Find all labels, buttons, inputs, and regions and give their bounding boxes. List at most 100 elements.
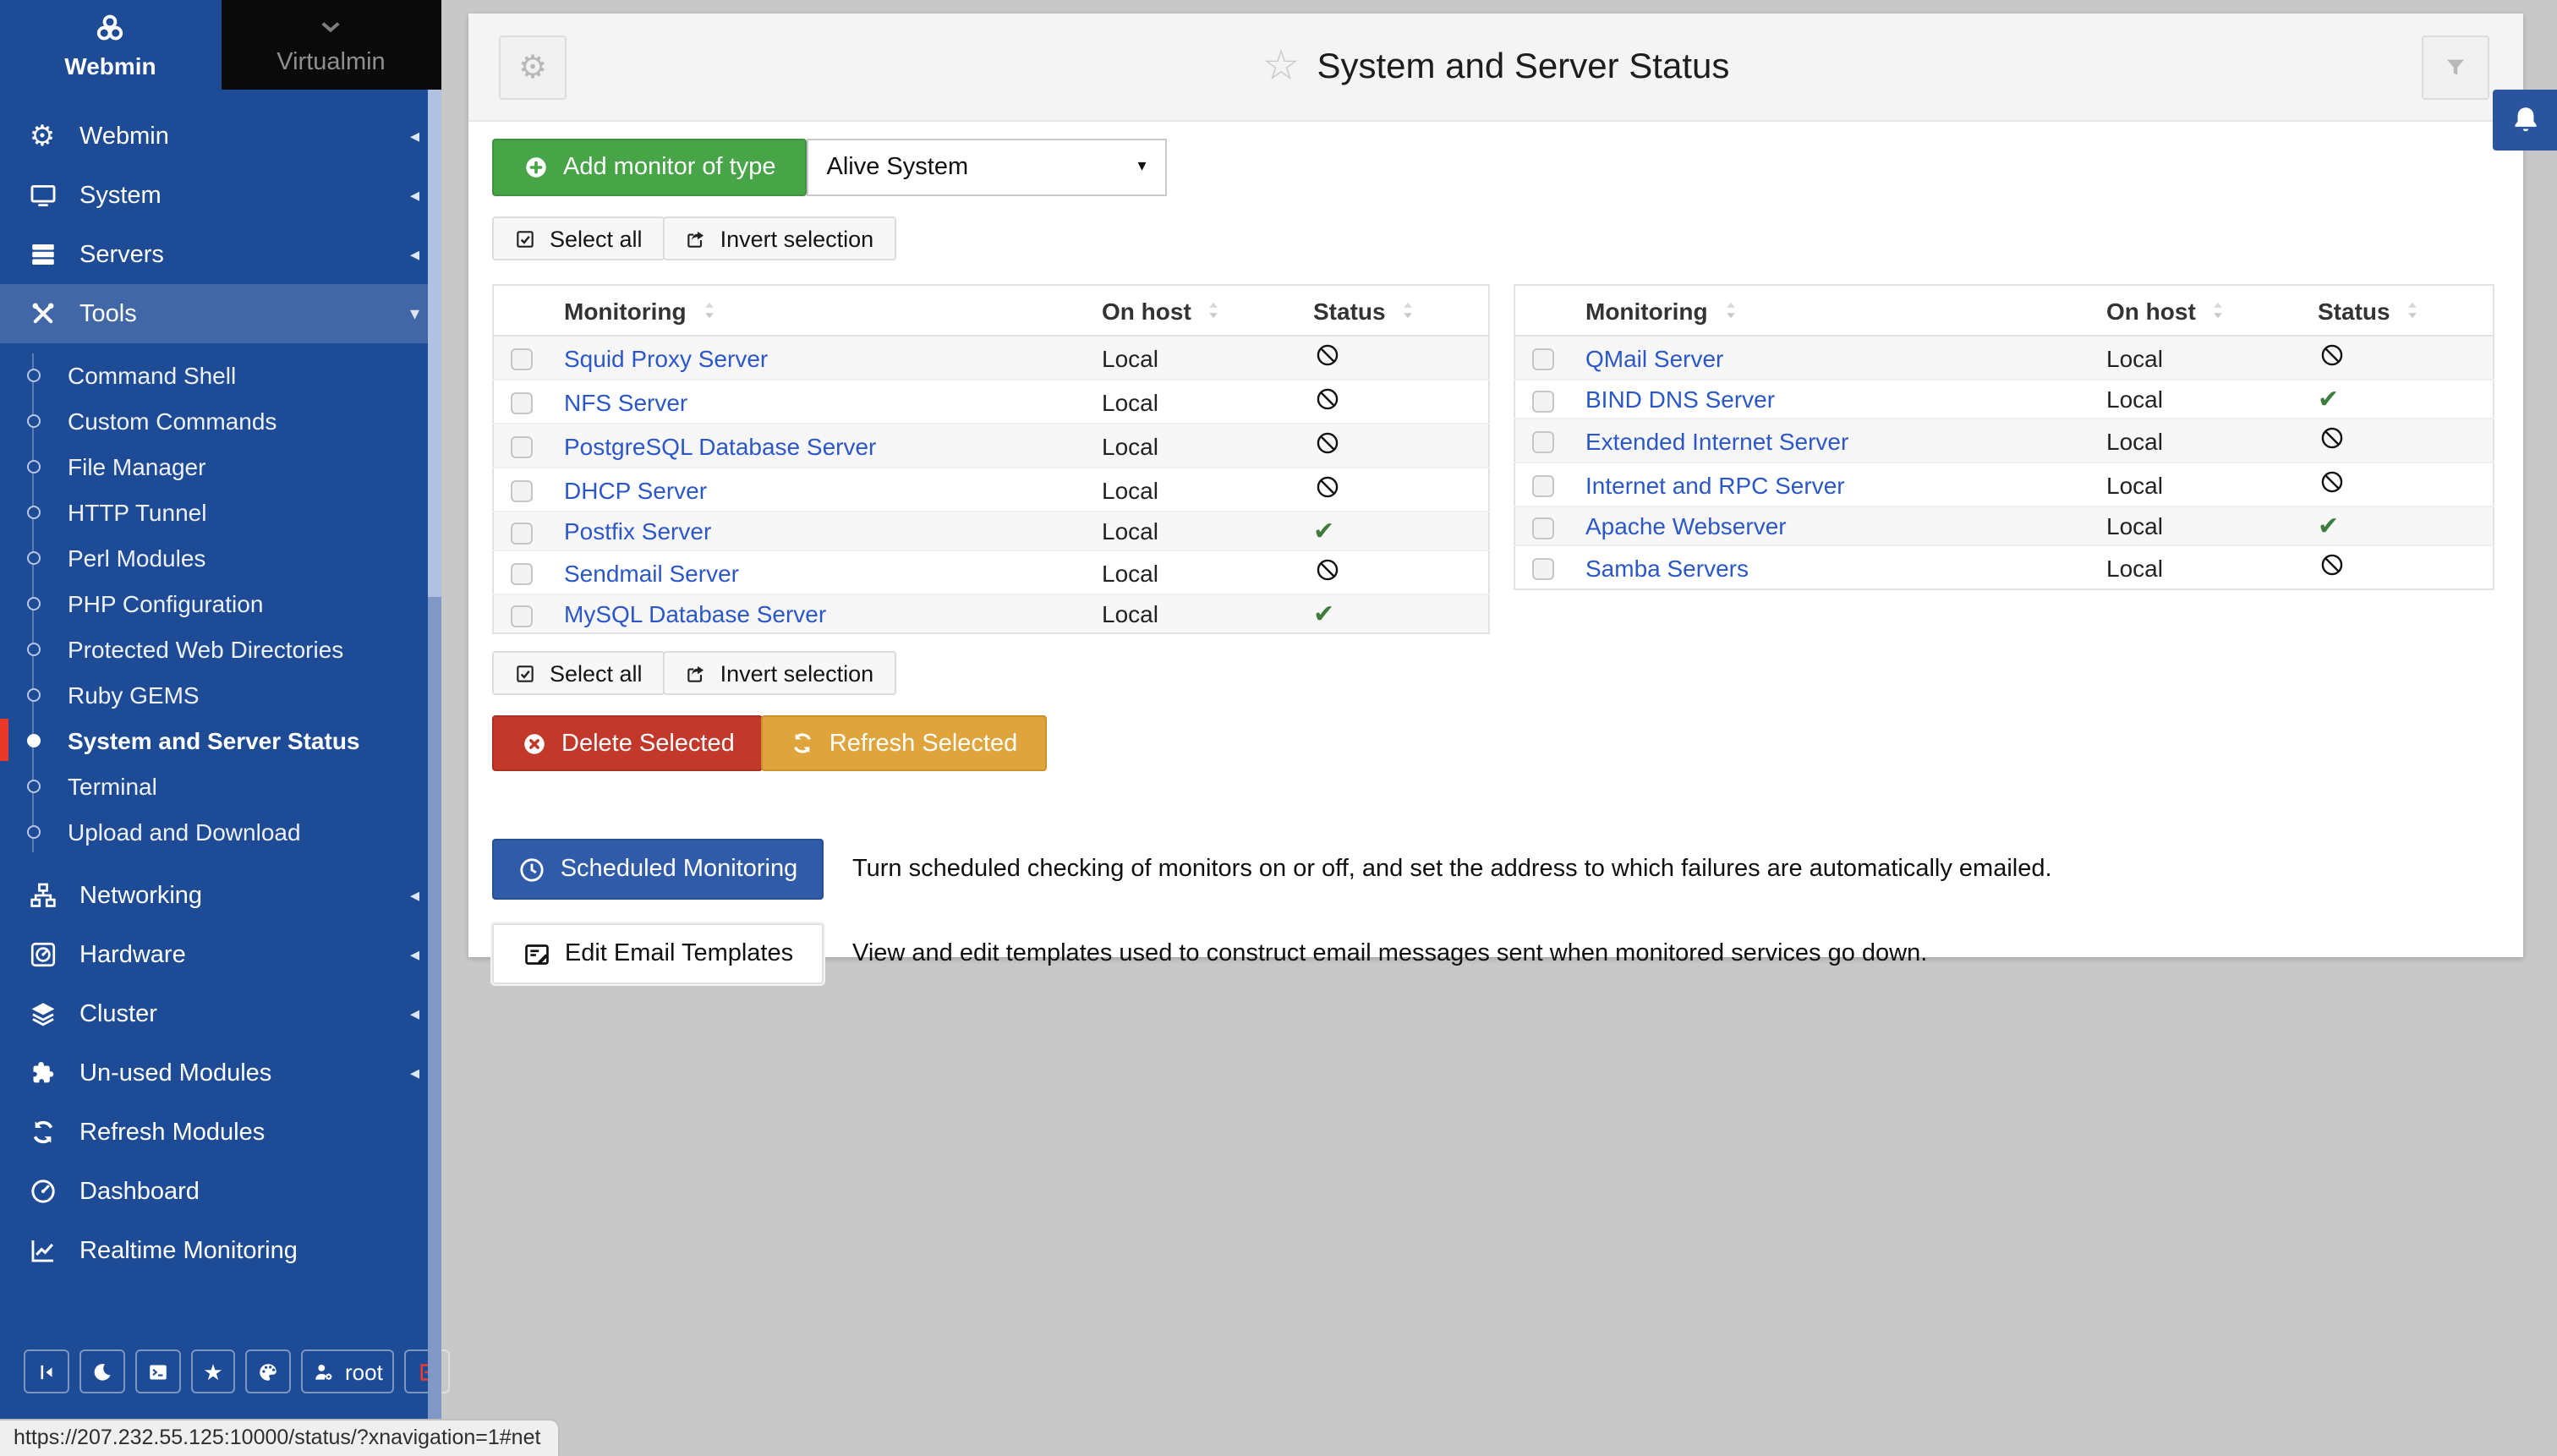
sidebar-item-networking[interactable]: Networking◂ xyxy=(0,866,441,925)
sync-icon xyxy=(28,1118,57,1147)
monitor-link[interactable]: MySQL Database Server xyxy=(564,600,826,627)
monitor-link[interactable]: Extended Internet Server xyxy=(1585,427,1848,454)
user-button[interactable]: root xyxy=(301,1349,395,1393)
monitor-table-left: MonitoringOn hostStatus Squid Proxy Serve… xyxy=(492,284,1490,634)
delete-selected-button[interactable]: Delete Selected xyxy=(492,715,764,771)
layers-icon xyxy=(28,999,57,1028)
row-checkbox[interactable] xyxy=(1533,517,1555,539)
row-checkbox[interactable] xyxy=(512,523,534,545)
sidebar-item-refresh-modules[interactable]: Refresh Modules xyxy=(0,1103,441,1162)
sidebar-item-terminal[interactable]: Terminal xyxy=(0,763,441,808)
content-panel: ⚙ ☆ System and Server Status Add monitor… xyxy=(468,14,2523,957)
invert-selection-button-bottom[interactable]: Invert selection xyxy=(663,651,896,695)
theme-button[interactable] xyxy=(245,1349,291,1393)
caret-down-icon: ▾ xyxy=(1137,159,1146,176)
sidebar-item-realtime-monitoring[interactable]: Realtime Monitoring xyxy=(0,1221,441,1280)
select-all-button-bottom[interactable]: Select all xyxy=(492,651,665,695)
sidebar-item-label: Custom Commands xyxy=(68,407,277,434)
favorite-star-button[interactable]: ☆ xyxy=(1262,46,1300,88)
col-header-monitoring-left[interactable]: Monitoring xyxy=(550,285,1088,336)
filter-button[interactable] xyxy=(2422,36,2489,100)
monitor-link[interactable]: DHCP Server xyxy=(564,476,707,503)
monitor-type-select[interactable]: Alive System ▾ xyxy=(807,139,1167,196)
sidebar-item-protected-web-directories[interactable]: Protected Web Directories xyxy=(0,626,441,671)
row-checkbox[interactable] xyxy=(512,564,534,586)
hdd-icon xyxy=(28,940,57,969)
tab-virtualmin[interactable]: Virtualmin xyxy=(221,0,441,90)
add-monitor-button[interactable]: Add monitor of type xyxy=(492,139,807,196)
user-gear-icon xyxy=(313,1360,335,1382)
sidebar-item-tools[interactable]: Tools▾ xyxy=(0,284,441,343)
row-checkbox[interactable] xyxy=(1533,432,1555,454)
night-mode-button[interactable] xyxy=(79,1349,125,1393)
chevron-left-icon: ◂ xyxy=(410,1005,419,1024)
sidebar-scrollbar-thumb[interactable] xyxy=(428,90,441,597)
row-checkbox[interactable] xyxy=(512,349,534,371)
monitor-link[interactable]: Sendmail Server xyxy=(564,559,739,586)
row-checkbox[interactable] xyxy=(512,437,534,459)
sidebar-item-http-tunnel[interactable]: HTTP Tunnel xyxy=(0,489,441,534)
sidebar-item-perl-modules[interactable]: Perl Modules xyxy=(0,534,441,580)
filter-icon xyxy=(2442,54,2469,81)
share-icon xyxy=(685,662,707,684)
host-cell: Local xyxy=(1088,468,1300,512)
table-row: Internet and RPC ServerLocal xyxy=(1514,463,2494,506)
monitor-link[interactable]: QMail Server xyxy=(1585,344,1723,371)
col-header-on-host-right[interactable]: On host xyxy=(2093,285,2304,336)
sidebar-item-system-and-server-status[interactable]: System and Server Status xyxy=(0,717,441,763)
sidebar-item-hardware[interactable]: Hardware◂ xyxy=(0,925,441,984)
sidebar-item-file-manager[interactable]: File Manager xyxy=(0,443,441,489)
row-checkbox[interactable] xyxy=(512,393,534,415)
sidebar-scrollbar[interactable] xyxy=(428,90,441,1456)
row-checkbox[interactable] xyxy=(512,481,534,503)
checkbox-check-icon xyxy=(514,227,536,249)
col-header-monitoring-right[interactable]: Monitoring xyxy=(1572,285,2093,336)
collapse-sidebar-button[interactable] xyxy=(24,1349,69,1393)
ban-icon xyxy=(1313,556,1340,583)
col-header-status-left[interactable]: Status xyxy=(1300,285,1489,336)
sidebar-item-system[interactable]: System◂ xyxy=(0,166,441,225)
terminal-button[interactable] xyxy=(135,1349,181,1393)
edit-email-templates-button[interactable]: Edit Email Templates xyxy=(492,923,824,984)
sidebar-item-label: Protected Web Directories xyxy=(68,635,343,662)
monitor-link[interactable]: Apache Webserver xyxy=(1585,512,1787,539)
left-column: MonitoringOn hostStatus Squid Proxy Serve… xyxy=(492,284,1490,771)
sidebar-item-cluster[interactable]: Cluster◂ xyxy=(0,984,441,1043)
monitor-link[interactable]: BIND DNS Server xyxy=(1585,386,1775,413)
notifications-button[interactable] xyxy=(2493,90,2557,151)
scheduled-monitoring-desc: Turn scheduled checking of monitors on o… xyxy=(852,856,2052,883)
select-all-button-top[interactable]: Select all xyxy=(492,216,665,260)
add-monitor-label: Add monitor of type xyxy=(563,154,776,181)
row-checkbox[interactable] xyxy=(512,605,534,627)
sidebar-item-php-configuration[interactable]: PHP Configuration xyxy=(0,580,441,626)
row-checkbox[interactable] xyxy=(1533,391,1555,413)
monitor-link[interactable]: Postfix Server xyxy=(564,517,711,545)
sidebar-item-un-used-modules[interactable]: Un-used Modules◂ xyxy=(0,1043,441,1103)
sidebar-item-label: System xyxy=(79,182,162,209)
scheduled-monitoring-button[interactable]: Scheduled Monitoring xyxy=(492,839,824,900)
favorites-button[interactable]: ★ xyxy=(191,1349,235,1393)
sidebar-item-webmin[interactable]: ⚙Webmin◂ xyxy=(0,107,441,166)
sidebar-item-servers[interactable]: Servers◂ xyxy=(0,225,441,284)
host-cell: Local xyxy=(1088,550,1300,594)
sidebar-item-ruby-gems[interactable]: Ruby GEMS xyxy=(0,671,441,717)
monitor-link[interactable]: Squid Proxy Server xyxy=(564,344,768,371)
refresh-selected-button[interactable]: Refresh Selected xyxy=(762,715,1046,771)
monitor-link[interactable]: Samba Servers xyxy=(1585,554,1749,581)
col-header-status-right[interactable]: Status xyxy=(2304,285,2494,336)
monitor-link[interactable]: Internet and RPC Server xyxy=(1585,471,1845,498)
col-header-on-host-left[interactable]: On host xyxy=(1088,285,1300,336)
sidebar-item-dashboard[interactable]: Dashboard xyxy=(0,1162,441,1221)
row-checkbox[interactable] xyxy=(1533,349,1555,371)
monitor-link[interactable]: NFS Server xyxy=(564,388,687,415)
sidebar-item-command-shell[interactable]: Command Shell xyxy=(0,352,441,397)
tab-webmin[interactable]: Webmin xyxy=(0,0,221,90)
monitor-link[interactable]: PostgreSQL Database Server xyxy=(564,432,876,459)
sidebar-item-custom-commands[interactable]: Custom Commands xyxy=(0,397,441,443)
row-checkbox[interactable] xyxy=(1533,559,1555,581)
row-checkbox[interactable] xyxy=(1533,476,1555,498)
module-config-button[interactable]: ⚙ xyxy=(499,36,567,100)
invert-selection-button-top[interactable]: Invert selection xyxy=(663,216,896,260)
sidebar-item-upload-and-download[interactable]: Upload and Download xyxy=(0,808,441,854)
select-all-label: Select all xyxy=(550,226,643,251)
